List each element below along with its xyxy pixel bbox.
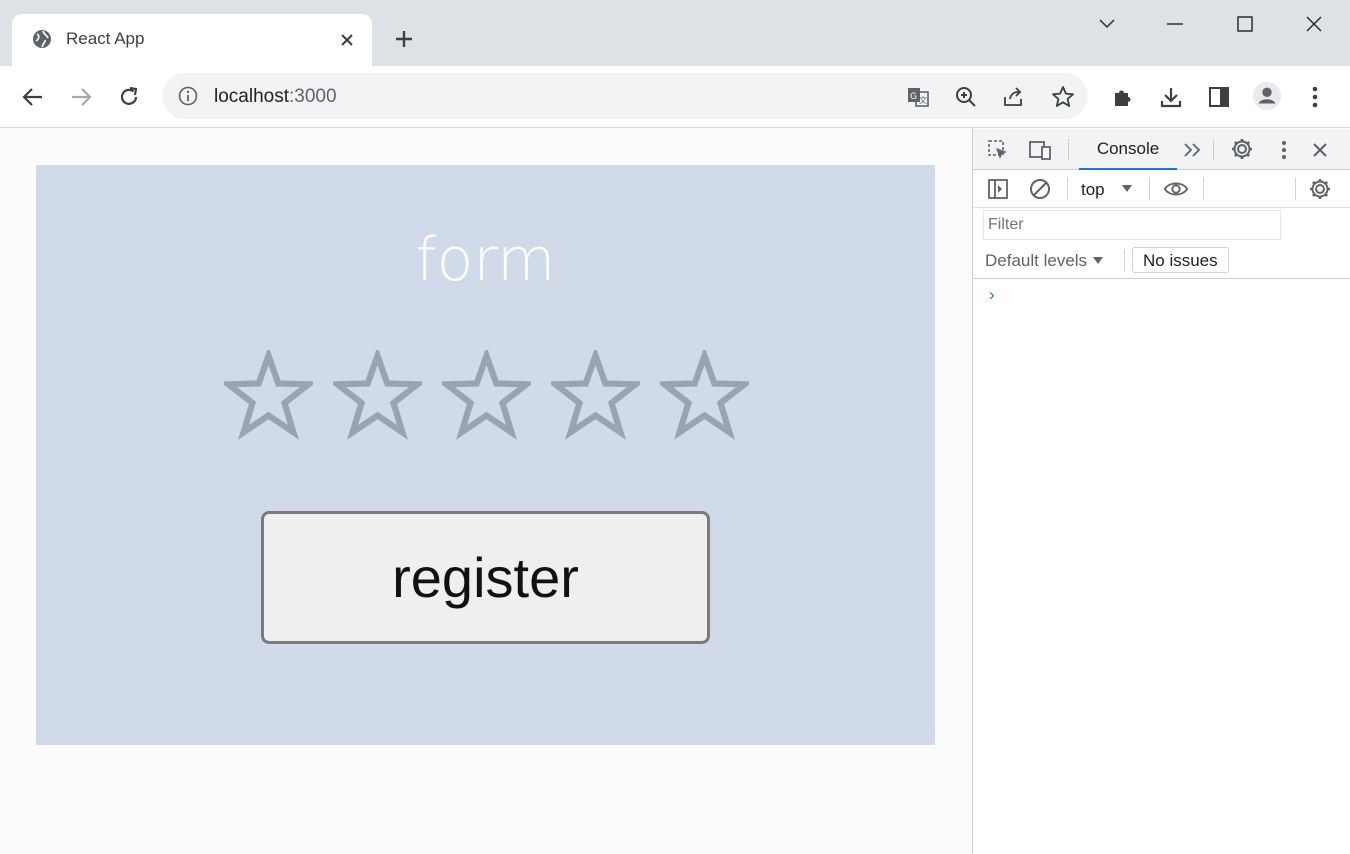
context-label: top [1081, 180, 1105, 199]
dropdown-triangle-icon [1092, 257, 1103, 264]
forward-arrow-icon[interactable] [66, 82, 96, 112]
divider [1124, 250, 1125, 272]
divider [1213, 139, 1214, 161]
address-bar[interactable]: localhost:3000 G文 [162, 73, 1088, 119]
star-2-icon[interactable] [333, 350, 422, 440]
divider [1295, 178, 1296, 200]
log-levels-dropdown[interactable]: Default levels [985, 251, 1104, 271]
tab-title: React App [66, 29, 145, 48]
console-toolbar: top [973, 170, 1350, 208]
globe-icon [32, 29, 52, 49]
url-port: :3000 [289, 86, 337, 107]
svg-text:G: G [910, 92, 917, 102]
dropdown-triangle-icon[interactable] [1114, 176, 1140, 202]
sidebar-toggle-icon[interactable] [985, 176, 1011, 202]
star-4-icon[interactable] [551, 350, 640, 440]
console-settings-gear-icon[interactable] [1307, 176, 1333, 202]
close-devtools-icon[interactable] [1307, 137, 1333, 163]
divider [1203, 178, 1204, 200]
url-text: localhost:3000 [214, 86, 337, 108]
devtools-tab-bar: Console [973, 129, 1350, 170]
bookmark-star-icon[interactable] [1051, 85, 1075, 114]
more-tabs-chevron-icon[interactable] [1179, 137, 1205, 163]
tab-search-chevron-icon[interactable] [1093, 10, 1121, 38]
live-expression-eye-icon[interactable] [1163, 176, 1189, 202]
divider [1067, 178, 1068, 200]
console-prompt[interactable]: › [989, 285, 995, 305]
back-arrow-icon[interactable] [18, 82, 48, 112]
profile-avatar-icon[interactable] [1252, 81, 1282, 111]
translate-icon[interactable]: G文 [906, 85, 930, 114]
browser-tab[interactable]: React App [12, 14, 372, 66]
device-toolbar-icon[interactable] [1027, 137, 1053, 163]
devtools-menu-icon[interactable] [1271, 137, 1297, 163]
page-viewport: form register [0, 129, 972, 854]
browser-title-bar: React App [0, 0, 1350, 66]
inspect-element-icon[interactable] [985, 137, 1011, 163]
maximize-icon[interactable] [1231, 10, 1259, 38]
console-filter-input[interactable] [983, 210, 1281, 240]
new-tab-icon[interactable] [392, 27, 416, 51]
devtools-panel: Console top Filter Default levels No iss… [972, 129, 1350, 854]
svg-text:文: 文 [919, 95, 927, 105]
zoom-icon[interactable] [954, 85, 978, 114]
form-title: form [415, 225, 556, 295]
issues-button[interactable]: No issues [1132, 247, 1229, 273]
divider [1149, 178, 1150, 200]
browser-menu-icon[interactable] [1300, 82, 1330, 112]
browser-toolbar: localhost:3000 G文 [0, 66, 1350, 128]
side-panel-icon[interactable] [1204, 82, 1234, 112]
share-icon[interactable] [1002, 85, 1026, 114]
close-tab-icon[interactable] [336, 29, 358, 51]
url-host: localhost [214, 86, 289, 107]
tab-console[interactable]: Console [1079, 129, 1177, 170]
console-levels-bar: Default levels No issues [973, 243, 1350, 279]
reload-icon[interactable] [114, 82, 144, 112]
extensions-icon[interactable] [1108, 82, 1138, 112]
close-window-icon[interactable] [1300, 10, 1328, 38]
star-5-icon[interactable] [660, 350, 749, 440]
info-icon[interactable] [178, 86, 198, 111]
divider [1068, 139, 1069, 161]
settings-gear-icon[interactable] [1229, 136, 1255, 162]
star-1-icon[interactable] [224, 350, 313, 440]
star-3-icon[interactable] [442, 350, 531, 440]
star-rating[interactable] [224, 350, 749, 440]
log-levels-label: Default levels [985, 251, 1088, 270]
clear-console-icon[interactable] [1027, 176, 1053, 202]
download-icon[interactable] [1156, 82, 1186, 112]
register-button[interactable]: register [261, 511, 710, 644]
form-panel: form register [36, 165, 935, 745]
minimize-icon[interactable] [1161, 10, 1189, 38]
context-select[interactable]: top [1081, 180, 1105, 200]
